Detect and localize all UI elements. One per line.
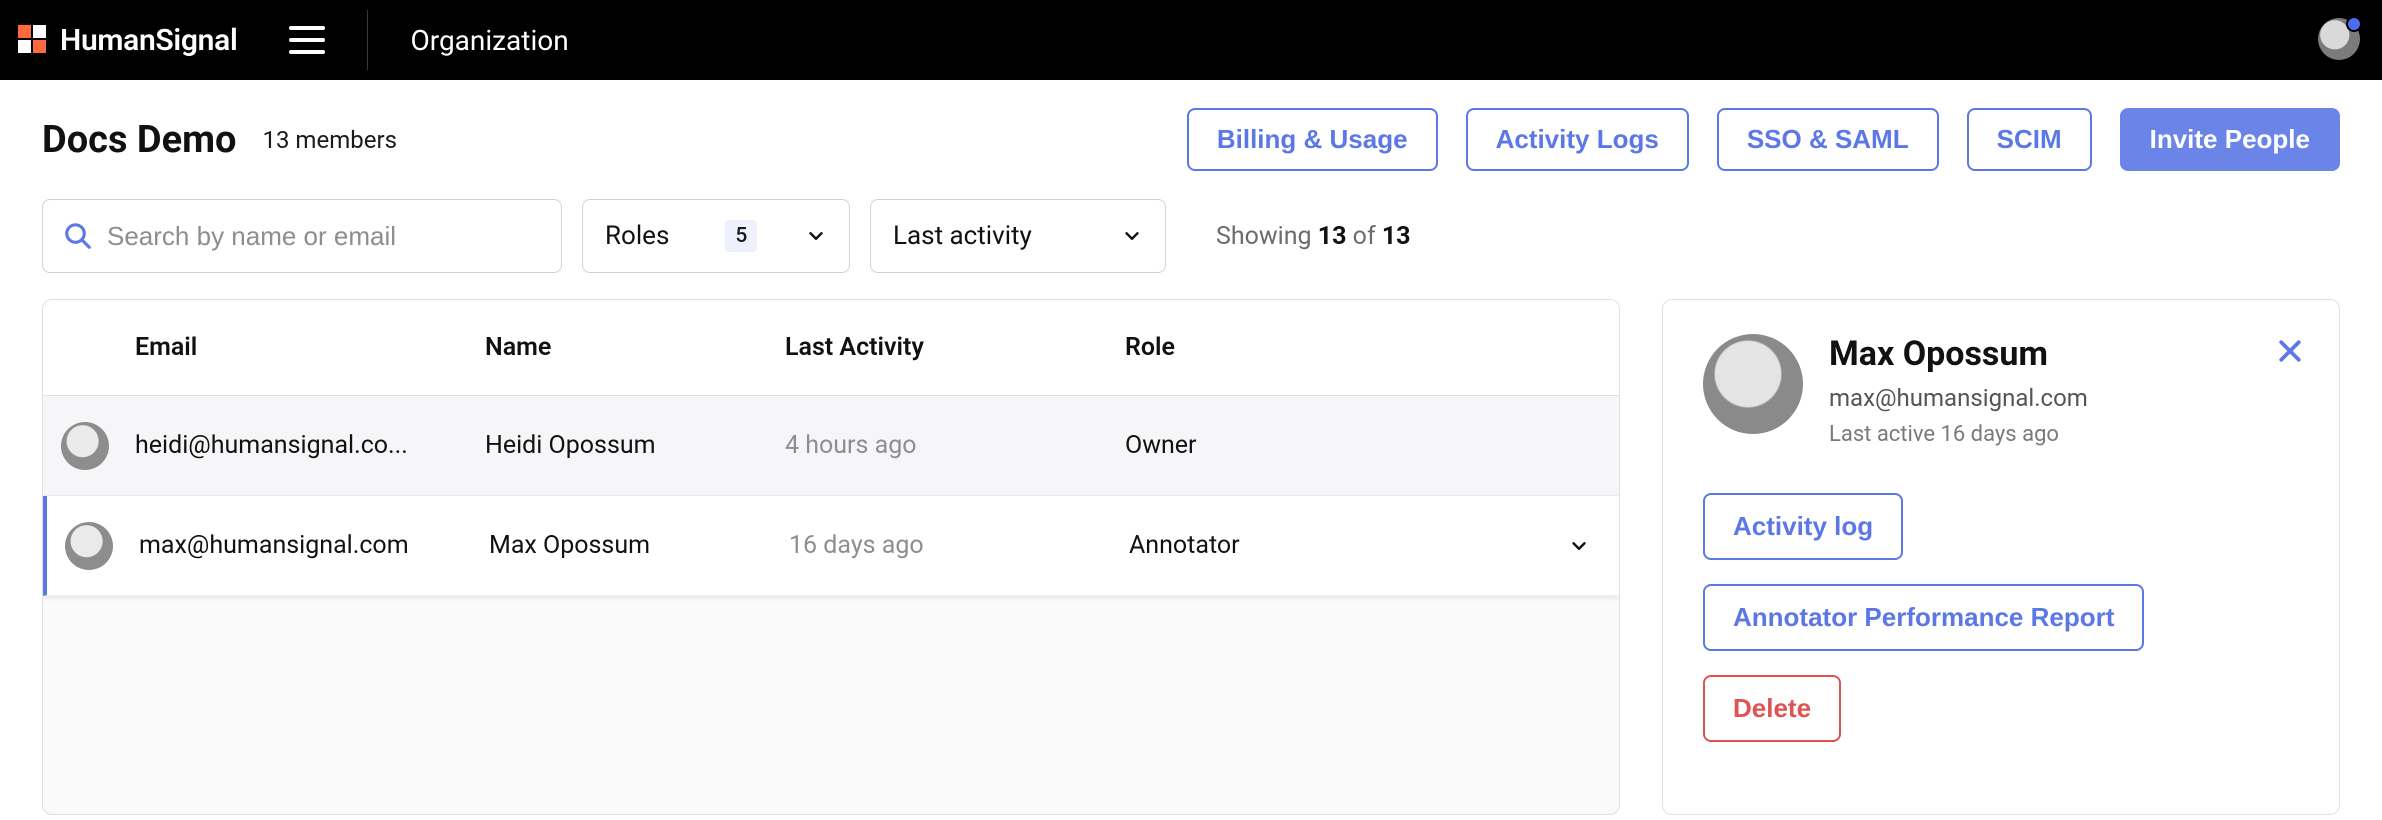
close-icon — [2275, 336, 2305, 366]
cell-name: Heidi Opossum — [485, 431, 785, 460]
cell-role: Owner — [1125, 431, 1549, 460]
col-name: Name — [485, 333, 785, 362]
chevron-down-icon — [1568, 535, 1590, 557]
cell-last-activity: 16 days ago — [789, 531, 1129, 560]
page-title: Docs Demo — [42, 118, 237, 162]
cell-email: max@humansignal.com — [139, 531, 489, 560]
roles-filter-dropdown[interactable]: Roles 5 — [582, 199, 850, 273]
scim-button[interactable]: SCIM — [1967, 108, 2092, 171]
detail-header: Max Opossum max@humansignal.com Last act… — [1703, 334, 2299, 447]
topbar-divider — [367, 10, 368, 70]
header-actions: Billing & Usage Activity Logs SSO & SAML… — [1187, 108, 2340, 171]
billing-usage-button[interactable]: Billing & Usage — [1187, 108, 1438, 171]
page-header: Docs Demo 13 members Billing & Usage Act… — [0, 80, 2382, 181]
brand-logo-icon — [18, 25, 48, 55]
sort-label: Last activity — [893, 221, 1032, 251]
showing-count: Showing 13 of 13 — [1216, 222, 1411, 251]
search-box[interactable] — [42, 199, 562, 273]
table-header-row: Email Name Last Activity Role — [43, 300, 1619, 396]
chevron-down-icon — [1121, 225, 1143, 247]
user-avatar[interactable] — [2318, 18, 2360, 60]
detail-name: Max Opossum — [1829, 334, 2088, 374]
cell-email: heidi@humansignal.co... — [135, 431, 485, 460]
invite-people-button[interactable]: Invite People — [2120, 108, 2340, 171]
col-email: Email — [135, 333, 485, 362]
role-dropdown-toggle[interactable] — [1549, 535, 1609, 557]
activity-log-button[interactable]: Activity log — [1703, 493, 1903, 560]
activity-logs-button[interactable]: Activity Logs — [1466, 108, 1689, 171]
close-panel-button[interactable] — [2275, 336, 2305, 370]
search-icon — [63, 221, 93, 251]
roles-filter-label: Roles — [605, 221, 669, 251]
performance-report-button[interactable]: Annotator Performance Report — [1703, 584, 2144, 651]
table-row[interactable]: heidi@humansignal.co... Heidi Opossum 4 … — [43, 396, 1619, 496]
content: Email Name Last Activity Role heidi@huma… — [0, 299, 2382, 815]
cell-role: Annotator — [1129, 531, 1549, 560]
cell-name: Max Opossum — [489, 531, 789, 560]
avatar — [1703, 334, 1803, 434]
detail-actions: Activity log Annotator Performance Repor… — [1703, 493, 2299, 742]
delete-member-button[interactable]: Delete — [1703, 675, 1841, 742]
cell-last-activity: 4 hours ago — [785, 431, 1125, 460]
section-title: Organization — [410, 24, 568, 57]
topbar: HumanSignal Organization — [0, 0, 2382, 80]
brand[interactable]: HumanSignal — [18, 23, 237, 58]
sso-saml-button[interactable]: SSO & SAML — [1717, 108, 1939, 171]
filter-bar: Roles 5 Last activity Showing 13 of 13 — [0, 181, 2382, 299]
search-input[interactable] — [107, 221, 541, 252]
roles-filter-count-badge: 5 — [725, 220, 757, 252]
member-detail-panel: Max Opossum max@humansignal.com Last act… — [1662, 299, 2340, 815]
brand-text: HumanSignal — [60, 23, 237, 58]
members-table: Email Name Last Activity Role heidi@huma… — [42, 299, 1620, 815]
col-last-activity: Last Activity — [785, 333, 1125, 362]
table-row[interactable]: max@humansignal.com Max Opossum 16 days … — [43, 496, 1619, 596]
detail-last-active: Last active 16 days ago — [1829, 422, 2088, 447]
detail-email: max@humansignal.com — [1829, 384, 2088, 412]
member-count: 13 members — [263, 126, 397, 154]
chevron-down-icon — [805, 225, 827, 247]
col-role: Role — [1125, 333, 1549, 362]
avatar — [61, 422, 109, 470]
avatar — [65, 522, 113, 570]
menu-icon[interactable] — [289, 26, 325, 54]
sort-dropdown[interactable]: Last activity — [870, 199, 1166, 273]
